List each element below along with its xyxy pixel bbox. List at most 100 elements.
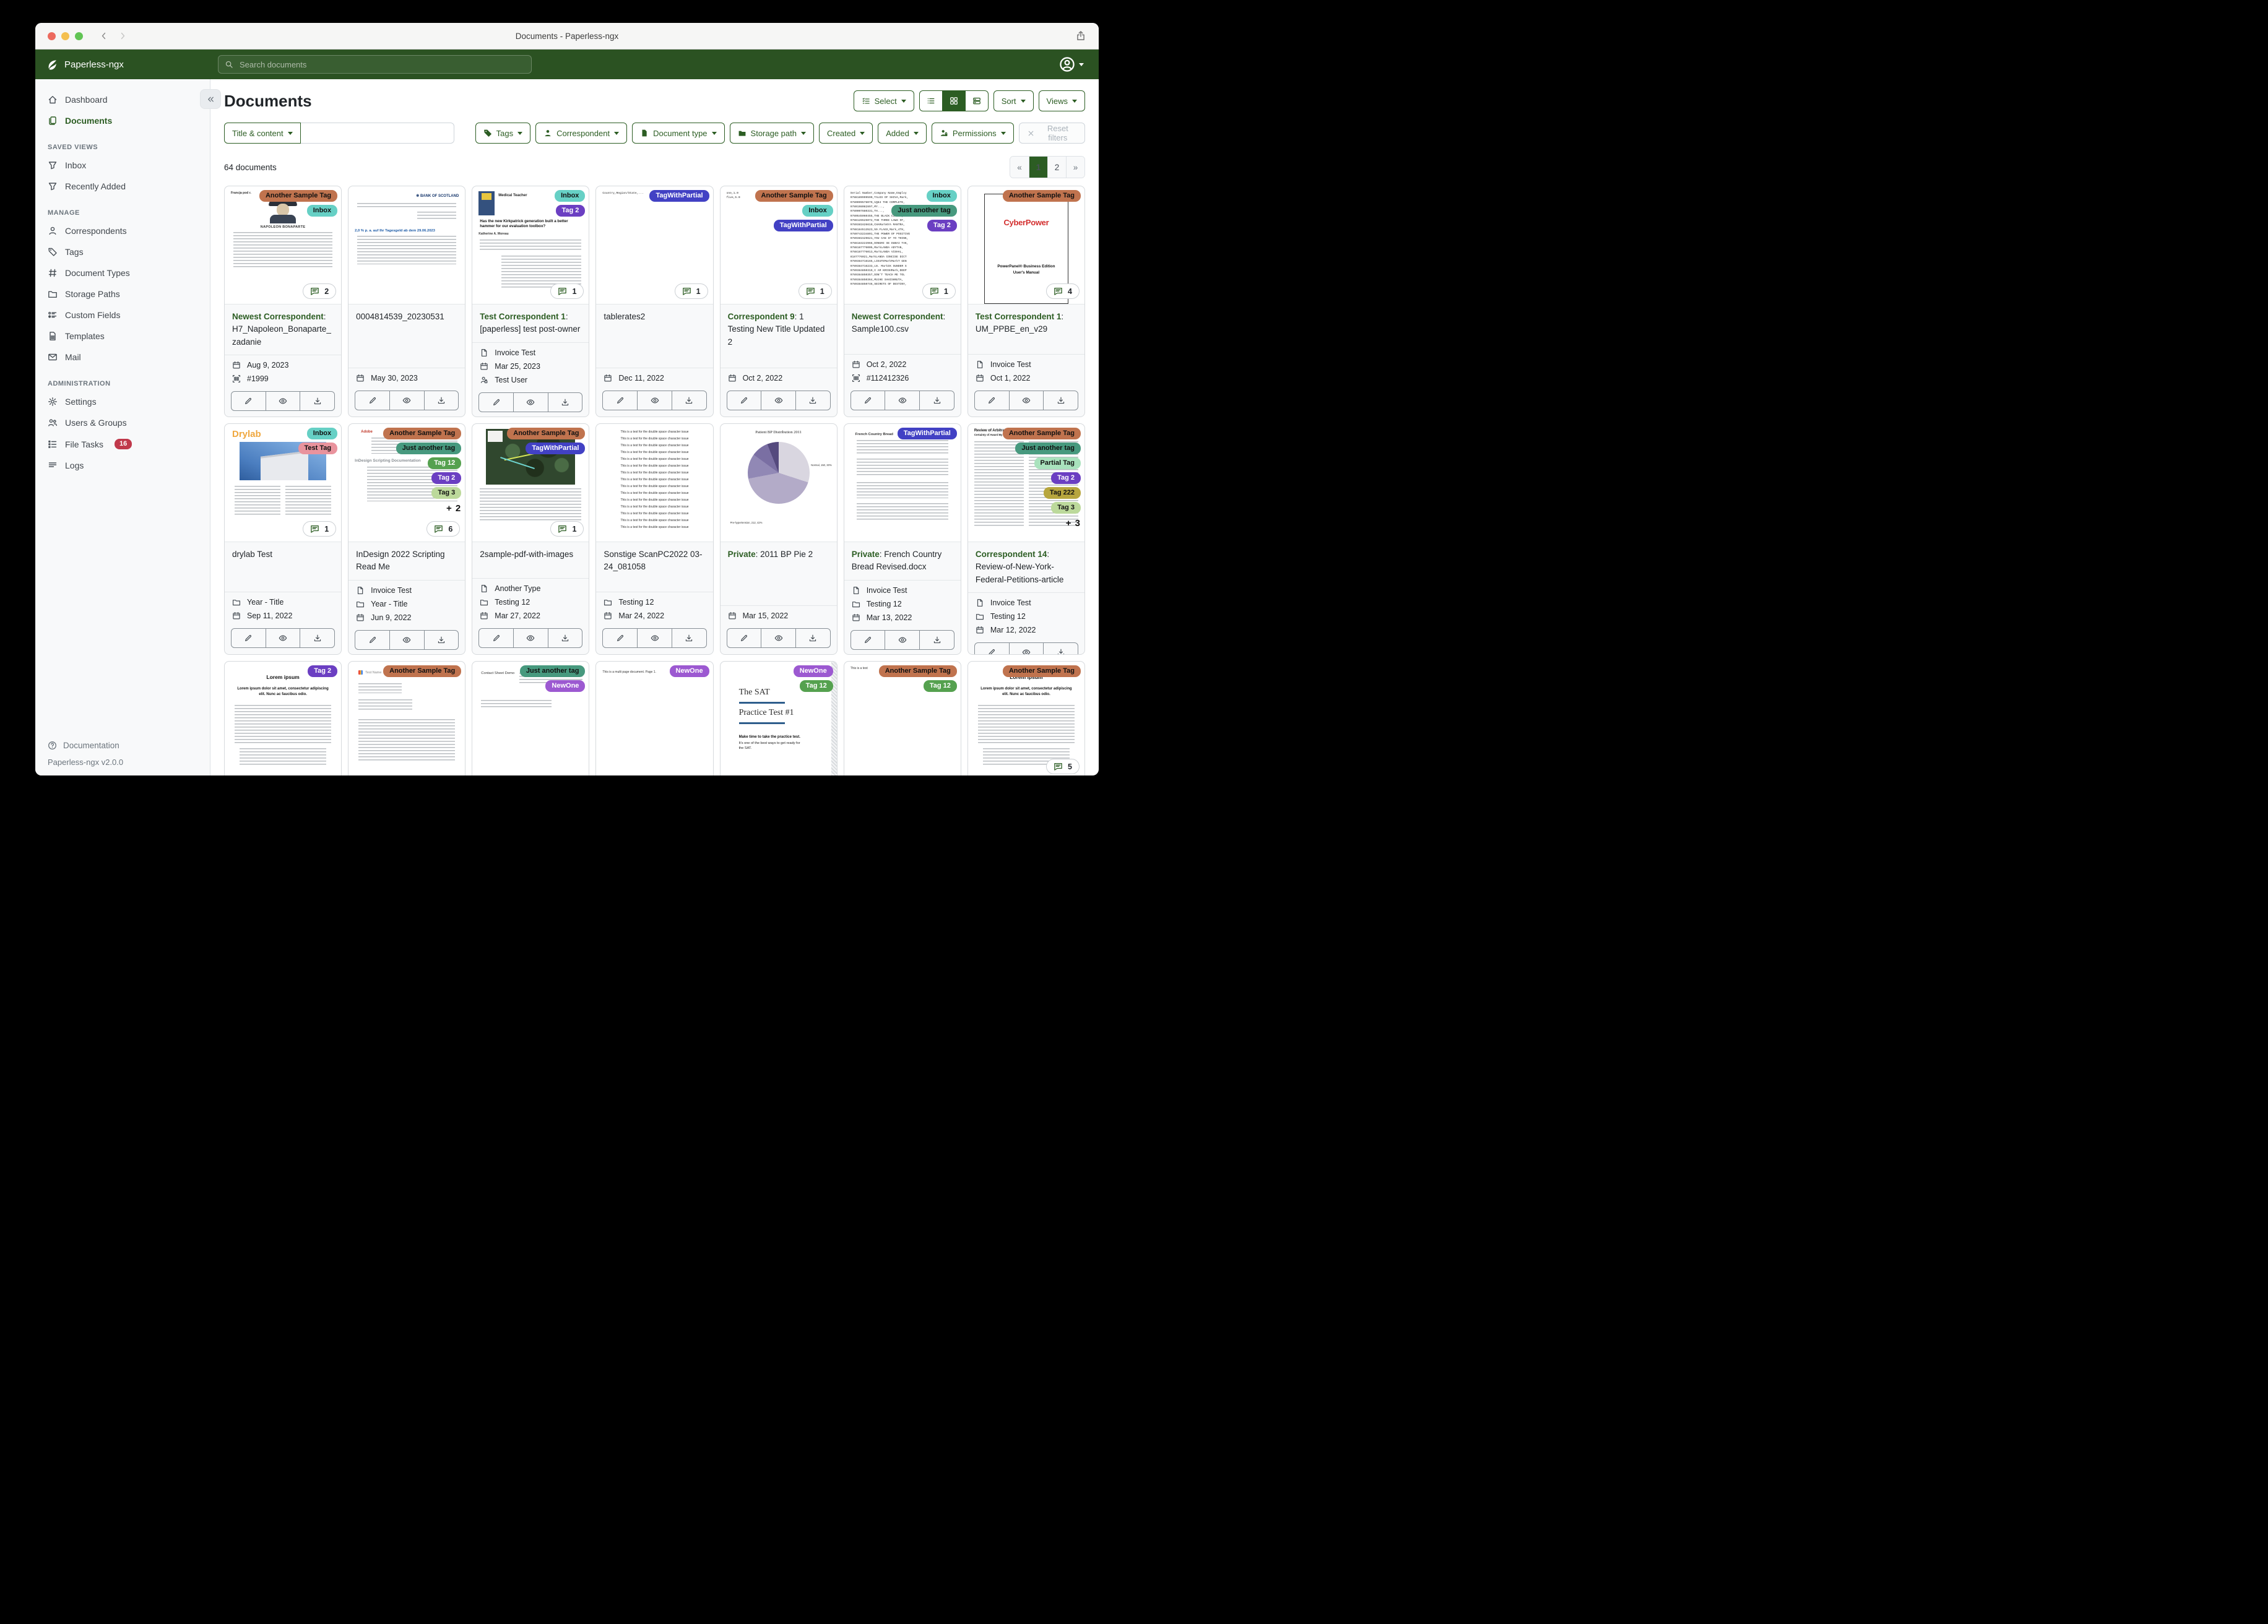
minimize-window-button[interactable]	[61, 32, 69, 40]
tag-inbox[interactable]: Inbox	[926, 190, 957, 202]
document-preview[interactable]: Review of Arbitral Awards Certainty of Aw…	[967, 424, 1084, 542]
tag-another-sample-tag[interactable]: Another Sample Tag	[1002, 190, 1081, 202]
edit-button[interactable]	[479, 629, 513, 647]
pagination-prev[interactable]: «	[1010, 157, 1029, 178]
view-list-button[interactable]	[919, 90, 943, 111]
tag-tag-2[interactable]: Tag 2	[308, 665, 338, 677]
view-button[interactable]	[1008, 642, 1044, 654]
document-card[interactable]: Review of Arbitral Awards Certainty of Aw…	[967, 423, 1085, 655]
pagination-next[interactable]: »	[1066, 157, 1084, 178]
view-button[interactable]	[265, 391, 300, 410]
sidebar-item-mail[interactable]: Mail	[35, 347, 210, 368]
document-card[interactable]: CyberPower PowerPanel® Business Edition Us…	[967, 186, 1085, 417]
view-button[interactable]	[513, 629, 548, 647]
tag-tag-3[interactable]: Tag 3	[1051, 502, 1081, 514]
sidebar-item-custom-fields[interactable]: Custom Fields	[35, 304, 210, 326]
tag-another-sample-tag[interactable]: Another Sample Tag	[1002, 428, 1081, 439]
view-button[interactable]	[513, 392, 548, 412]
comment-count-badge[interactable]: 6	[426, 521, 461, 537]
download-button[interactable]	[1043, 391, 1078, 410]
user-menu[interactable]	[1059, 56, 1084, 72]
tag-tagwithpartial[interactable]: TagWithPartial	[897, 428, 957, 439]
document-title[interactable]: 2sample-pdf-with-images	[472, 542, 589, 578]
view-button[interactable]	[1008, 391, 1044, 410]
sidebar-collapse-button[interactable]	[200, 89, 221, 109]
document-title[interactable]: Private: 2011 BP Pie 2	[721, 542, 837, 605]
search-field-selector[interactable]: Title & content	[224, 123, 301, 144]
document-card[interactable]: Serial Number,Company Name,Employ 978818…	[843, 186, 961, 417]
edit-button[interactable]	[727, 391, 761, 410]
document-title[interactable]: Newest Correspondent: H7_Napoleon_Bonapa…	[225, 304, 341, 355]
pagination-page-1[interactable]: 1	[1029, 157, 1047, 178]
document-preview[interactable]: Lorem ipsum Lorem ipsum dolor sit amet, c…	[225, 662, 342, 775]
tag-tag-12[interactable]: Tag 12	[799, 680, 833, 692]
document-title[interactable]: Newest Correspondent: Sample100.csv	[844, 304, 961, 354]
download-button[interactable]	[423, 630, 459, 649]
tag-tag-222[interactable]: Tag 222	[1043, 487, 1081, 499]
select-button[interactable]: Select	[853, 90, 914, 111]
views-button[interactable]: Views	[1038, 90, 1085, 111]
document-card[interactable]: Medical Teacher Has the new Kirkpatrick g…	[472, 186, 590, 417]
document-title[interactable]: Test Correspondent 1: [paperless] test p…	[472, 304, 589, 342]
document-preview[interactable]: Medical Teacher Has the new Kirkpatrick g…	[472, 186, 589, 304]
filter-tags-button[interactable]: Tags	[475, 123, 531, 144]
document-preview[interactable]: This is a multi page document. Page 1. Ne…	[596, 662, 713, 775]
document-preview[interactable]: Lorem ipsum Lorem ipsum dolor sit amet, c…	[967, 662, 1084, 775]
document-preview[interactable]: Test Name Another Sample Tag	[348, 662, 465, 775]
view-grid-button[interactable]	[942, 90, 966, 111]
document-card[interactable]: ✻ BANK OF SCOTLAND 2,0 % p. a. auf Ihr Ta…	[348, 186, 466, 417]
filter-document-type-button[interactable]: Document type	[632, 123, 725, 144]
view-button[interactable]	[885, 630, 919, 649]
edit-button[interactable]	[355, 391, 389, 410]
tag-test-tag[interactable]: Test Tag	[298, 443, 338, 454]
view-button[interactable]	[761, 391, 795, 410]
document-title[interactable]: drylab Test	[225, 542, 341, 592]
sidebar-item-documents[interactable]: Documents	[35, 110, 210, 131]
filter-correspondent-button[interactable]: Correspondent	[535, 123, 628, 144]
edit-button[interactable]	[851, 631, 885, 649]
document-title[interactable]: Correspondent 9: 1 Testing New Title Upd…	[721, 304, 837, 368]
sidebar-item-dashboard[interactable]: Dashboard	[35, 89, 210, 110]
document-preview[interactable]: Serial Number,Company Name,Employ 978818…	[844, 186, 961, 304]
edit-button[interactable]	[603, 391, 637, 410]
document-card[interactable]: French Country Bread TagWithPartial Privat…	[843, 423, 961, 655]
sidebar-item-storage-paths[interactable]: Storage Paths	[35, 283, 210, 304]
sidebar-item-templates[interactable]: Templates	[35, 326, 210, 347]
comment-count-badge[interactable]: 5	[1046, 759, 1080, 774]
download-button[interactable]	[919, 630, 954, 649]
download-button[interactable]	[671, 391, 706, 410]
tag-just-another-tag[interactable]: Just another tag	[891, 205, 957, 217]
tag-tag-2[interactable]: Tag 2	[555, 205, 586, 217]
document-preview[interactable]: CyberPower PowerPanel® Business Edition Us…	[967, 186, 1084, 304]
filter-text-input[interactable]	[300, 123, 454, 144]
document-card[interactable]: Adobe InDesign Scripting Documentation Ano…	[348, 423, 466, 655]
document-card[interactable]: This is a test Another Sample Tag Tag 12	[843, 661, 961, 775]
view-button[interactable]	[637, 391, 672, 410]
download-button[interactable]	[300, 629, 334, 647]
document-card[interactable]: Drylab Inbox Test Tag 1 drylab Test Year - Ti…	[224, 423, 342, 655]
forward-icon[interactable]	[118, 31, 128, 41]
tag-tagwithpartial[interactable]: TagWithPartial	[526, 443, 586, 454]
document-card[interactable]: one,1.0 five,5.0 Another Sample Tag Inbox T…	[719, 186, 838, 417]
tag-another-sample-tag[interactable]: Another Sample Tag	[1002, 665, 1081, 677]
tag-tag-2[interactable]: Tag 2	[927, 220, 957, 231]
document-preview[interactable]: Francja pod r. NAPOLEON BONAPARTE Another …	[225, 186, 342, 304]
comment-count-badge[interactable]: 1	[674, 283, 708, 299]
pagination-page-2[interactable]: 2	[1047, 157, 1066, 178]
tag-tagwithpartial[interactable]: TagWithPartial	[773, 220, 833, 231]
share-icon[interactable]	[1075, 30, 1086, 41]
download-button[interactable]	[300, 391, 334, 410]
tag-newone[interactable]: NewOne	[669, 665, 709, 677]
document-preview[interactable]: French Country Bread TagWithPartial	[844, 424, 961, 542]
global-search[interactable]	[218, 55, 532, 74]
tag-tag-12[interactable]: Tag 12	[428, 457, 462, 469]
document-card[interactable]: This is a test for the double space char…	[595, 423, 714, 655]
tag-just-another-tag[interactable]: Just another tag	[519, 665, 586, 677]
document-card[interactable]: Lorem ipsum Lorem ipsum dolor sit amet, c…	[967, 661, 1085, 775]
document-title[interactable]: tablerates2	[596, 304, 712, 368]
app-logo[interactable]: Paperless-ngx	[35, 59, 210, 71]
sort-button[interactable]: Sort	[993, 90, 1034, 111]
comment-count-badge[interactable]: 2	[303, 283, 337, 299]
tag-inbox[interactable]: Inbox	[306, 205, 338, 217]
document-title[interactable]: Test Correspondent 1: UM_PPBE_en_v29	[968, 304, 1084, 354]
